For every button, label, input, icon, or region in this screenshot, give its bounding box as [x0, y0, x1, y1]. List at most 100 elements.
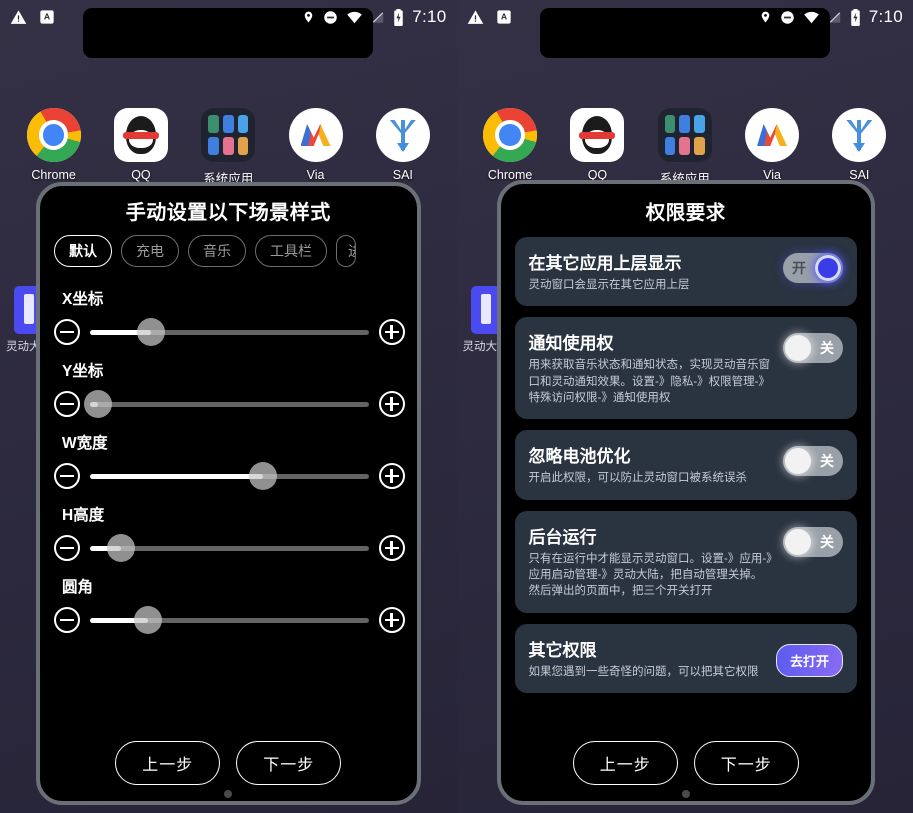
minus-circle-icon[interactable] — [54, 391, 80, 417]
permission-desc: 只有在运行中才能显示灵动窗口。设置-》应用-》应用启动管理-》灵动大陆，把自动管… — [528, 552, 772, 598]
app-label: SAI — [392, 168, 413, 182]
minus-circle-icon[interactable] — [54, 463, 80, 489]
app-dock: Chrome QQ 系统应用 Via SAI — [0, 108, 457, 187]
slider-track-y[interactable] — [84, 390, 369, 418]
slider-row-x — [54, 311, 405, 353]
next-step-button[interactable]: 下一步 — [693, 741, 799, 785]
signal-off-icon — [828, 10, 842, 25]
app-qq[interactable]: QQ — [561, 108, 633, 182]
tab-toolbar[interactable]: 工具栏 — [255, 235, 327, 267]
permission-toggle[interactable]: 关 — [783, 446, 843, 477]
app-sai[interactable]: SAI — [367, 108, 439, 182]
battery-charging-icon — [850, 8, 861, 26]
status-bar: A 7:10 — [0, 0, 457, 34]
slider-label-w: W宽度 — [62, 435, 108, 452]
a-badge-icon: A — [496, 9, 512, 25]
left-dialog-title: 手动设置以下场景样式 — [125, 202, 331, 224]
permission-item-overlay[interactable]: 在其它应用上层显示 灵动窗口会显示在其它应用上层 开 — [514, 237, 857, 307]
wifi-icon — [346, 10, 363, 24]
via-icon — [745, 108, 800, 162]
minus-circle-icon[interactable] — [54, 319, 80, 345]
app-qq[interactable]: QQ — [105, 108, 177, 182]
warning-triangle-icon — [467, 9, 484, 26]
slider-label-radius: 圆角 — [62, 579, 94, 596]
battery-charging-icon — [393, 8, 404, 26]
permission-item-notification[interactable]: 通知使用权 用来获取音乐状态和通知状态，实现灵动音乐窗口和灵动通知效果。设置-》… — [514, 317, 857, 420]
permission-item-battery[interactable]: 忽略电池优化 开启此权限，可以防止灵动窗口被系统误杀 关 — [514, 430, 857, 500]
permission-list: 在其它应用上层显示 灵动窗口会显示在其它应用上层 开 通知使用权 用来获取音乐状… — [501, 233, 872, 731]
right-dialog: 权限要求 在其它应用上层显示 灵动窗口会显示在其它应用上层 开 通知使用权 用来… — [496, 180, 875, 805]
slider-track-x[interactable] — [90, 318, 369, 346]
permission-desc: 灵动窗口会显示在其它应用上层 — [528, 279, 690, 291]
status-time: 7:10 — [412, 7, 447, 26]
app-system-apps[interactable]: 系统应用 — [649, 108, 721, 187]
app-label: Via — [306, 168, 325, 182]
permission-desc: 开启此权限，可以防止灵动窗口被系统误杀 — [528, 472, 748, 485]
do-not-disturb-icon — [780, 10, 795, 25]
permission-title: 忽略电池优化 — [528, 447, 631, 467]
plus-circle-icon[interactable] — [378, 391, 405, 417]
permission-title: 其它权限 — [528, 640, 597, 660]
system-apps-folder-icon — [657, 108, 712, 162]
screenshot-root: A 7:10 Chrome QQ 系统应用 Via SAI 灵动大陆 手动设置以… — [0, 0, 913, 813]
app-label: Chrome — [31, 168, 76, 182]
toggle-knob — [815, 255, 841, 281]
slider-row-radius — [54, 599, 405, 641]
plus-circle-icon[interactable] — [378, 319, 405, 345]
plus-circle-icon[interactable] — [378, 463, 405, 489]
warning-triangle-icon — [10, 9, 27, 26]
prev-step-button[interactable]: 上一步 — [572, 741, 678, 785]
sai-icon — [375, 108, 430, 162]
slider-group: X坐标 Y坐标 W宽度 H高度 圆角 — [40, 273, 417, 641]
sai-icon — [832, 108, 887, 162]
plus-circle-icon[interactable] — [378, 535, 405, 561]
scene-tab-list: 默认 充电 音乐 工具栏 进 — [40, 233, 417, 273]
prev-step-button[interactable]: 上一步 — [115, 741, 221, 785]
slider-track-radius[interactable] — [90, 606, 369, 634]
left-phone-screen: A 7:10 Chrome QQ 系统应用 Via SAI 灵动大陆 手动设置以… — [0, 0, 457, 813]
slider-track-w[interactable] — [90, 462, 369, 490]
permission-desc: 用来获取音乐状态和通知状态，实现灵动音乐窗口和灵动通知效果。设置-》隐私-》权限… — [528, 359, 771, 404]
signal-off-icon — [371, 10, 385, 25]
tab-music[interactable]: 音乐 — [188, 235, 246, 267]
app-chrome[interactable]: Chrome — [18, 108, 90, 182]
app-sai[interactable]: SAI — [823, 108, 895, 182]
slider-label-x: X坐标 — [62, 291, 104, 308]
left-dialog: 手动设置以下场景样式 默认 充电 音乐 工具栏 进 X坐标 Y坐标 — [36, 182, 421, 805]
permission-toggle[interactable]: 开 — [783, 253, 843, 283]
do-not-disturb-icon — [323, 10, 338, 25]
right-dialog-title: 权限要求 — [645, 202, 726, 224]
home-indicator — [681, 790, 690, 798]
minus-circle-icon[interactable] — [54, 607, 80, 633]
tab-charging[interactable]: 充电 — [121, 235, 179, 267]
permission-desc: 如果您遇到一些奇怪的问题，可以把其它权限 — [528, 665, 759, 678]
app-system-apps[interactable]: 系统应用 — [192, 108, 264, 187]
app-via[interactable]: Via — [736, 108, 808, 182]
tab-more[interactable]: 进 — [336, 235, 356, 267]
location-pin-icon — [302, 9, 315, 25]
permission-title: 通知使用权 — [528, 334, 614, 354]
permission-item-other[interactable]: 其它权限 如果您遇到一些奇怪的问题，可以把其它权限 去打开 — [514, 623, 857, 693]
minus-circle-icon[interactable] — [54, 535, 80, 561]
tab-default[interactable]: 默认 — [54, 235, 112, 267]
permission-title: 在其它应用上层显示 — [528, 254, 682, 273]
app-via[interactable]: Via — [280, 108, 352, 182]
permission-item-background[interactable]: 后台运行 只有在运行中才能显示灵动窗口。设置-》应用-》应用启动管理-》灵动大陆… — [514, 510, 857, 613]
slider-track-h[interactable] — [90, 534, 369, 562]
open-permission-button[interactable]: 去打开 — [775, 643, 843, 677]
home-indicator — [224, 790, 233, 798]
permission-toggle[interactable]: 关 — [783, 526, 843, 557]
next-step-button[interactable]: 下一步 — [236, 741, 342, 785]
app-chrome[interactable]: Chrome — [474, 108, 546, 182]
status-time: 7:10 — [868, 7, 903, 26]
permission-title: 后台运行 — [528, 527, 597, 547]
chrome-icon — [483, 108, 538, 162]
plus-circle-icon[interactable] — [378, 607, 405, 633]
permission-toggle[interactable]: 关 — [783, 333, 843, 364]
app-label: QQ — [131, 168, 151, 182]
qq-icon — [113, 108, 168, 162]
slider-label-h: H高度 — [62, 507, 105, 524]
slider-row-w — [54, 455, 405, 497]
a-badge-icon: A — [39, 9, 55, 25]
status-bar: A 7:10 — [457, 0, 913, 34]
